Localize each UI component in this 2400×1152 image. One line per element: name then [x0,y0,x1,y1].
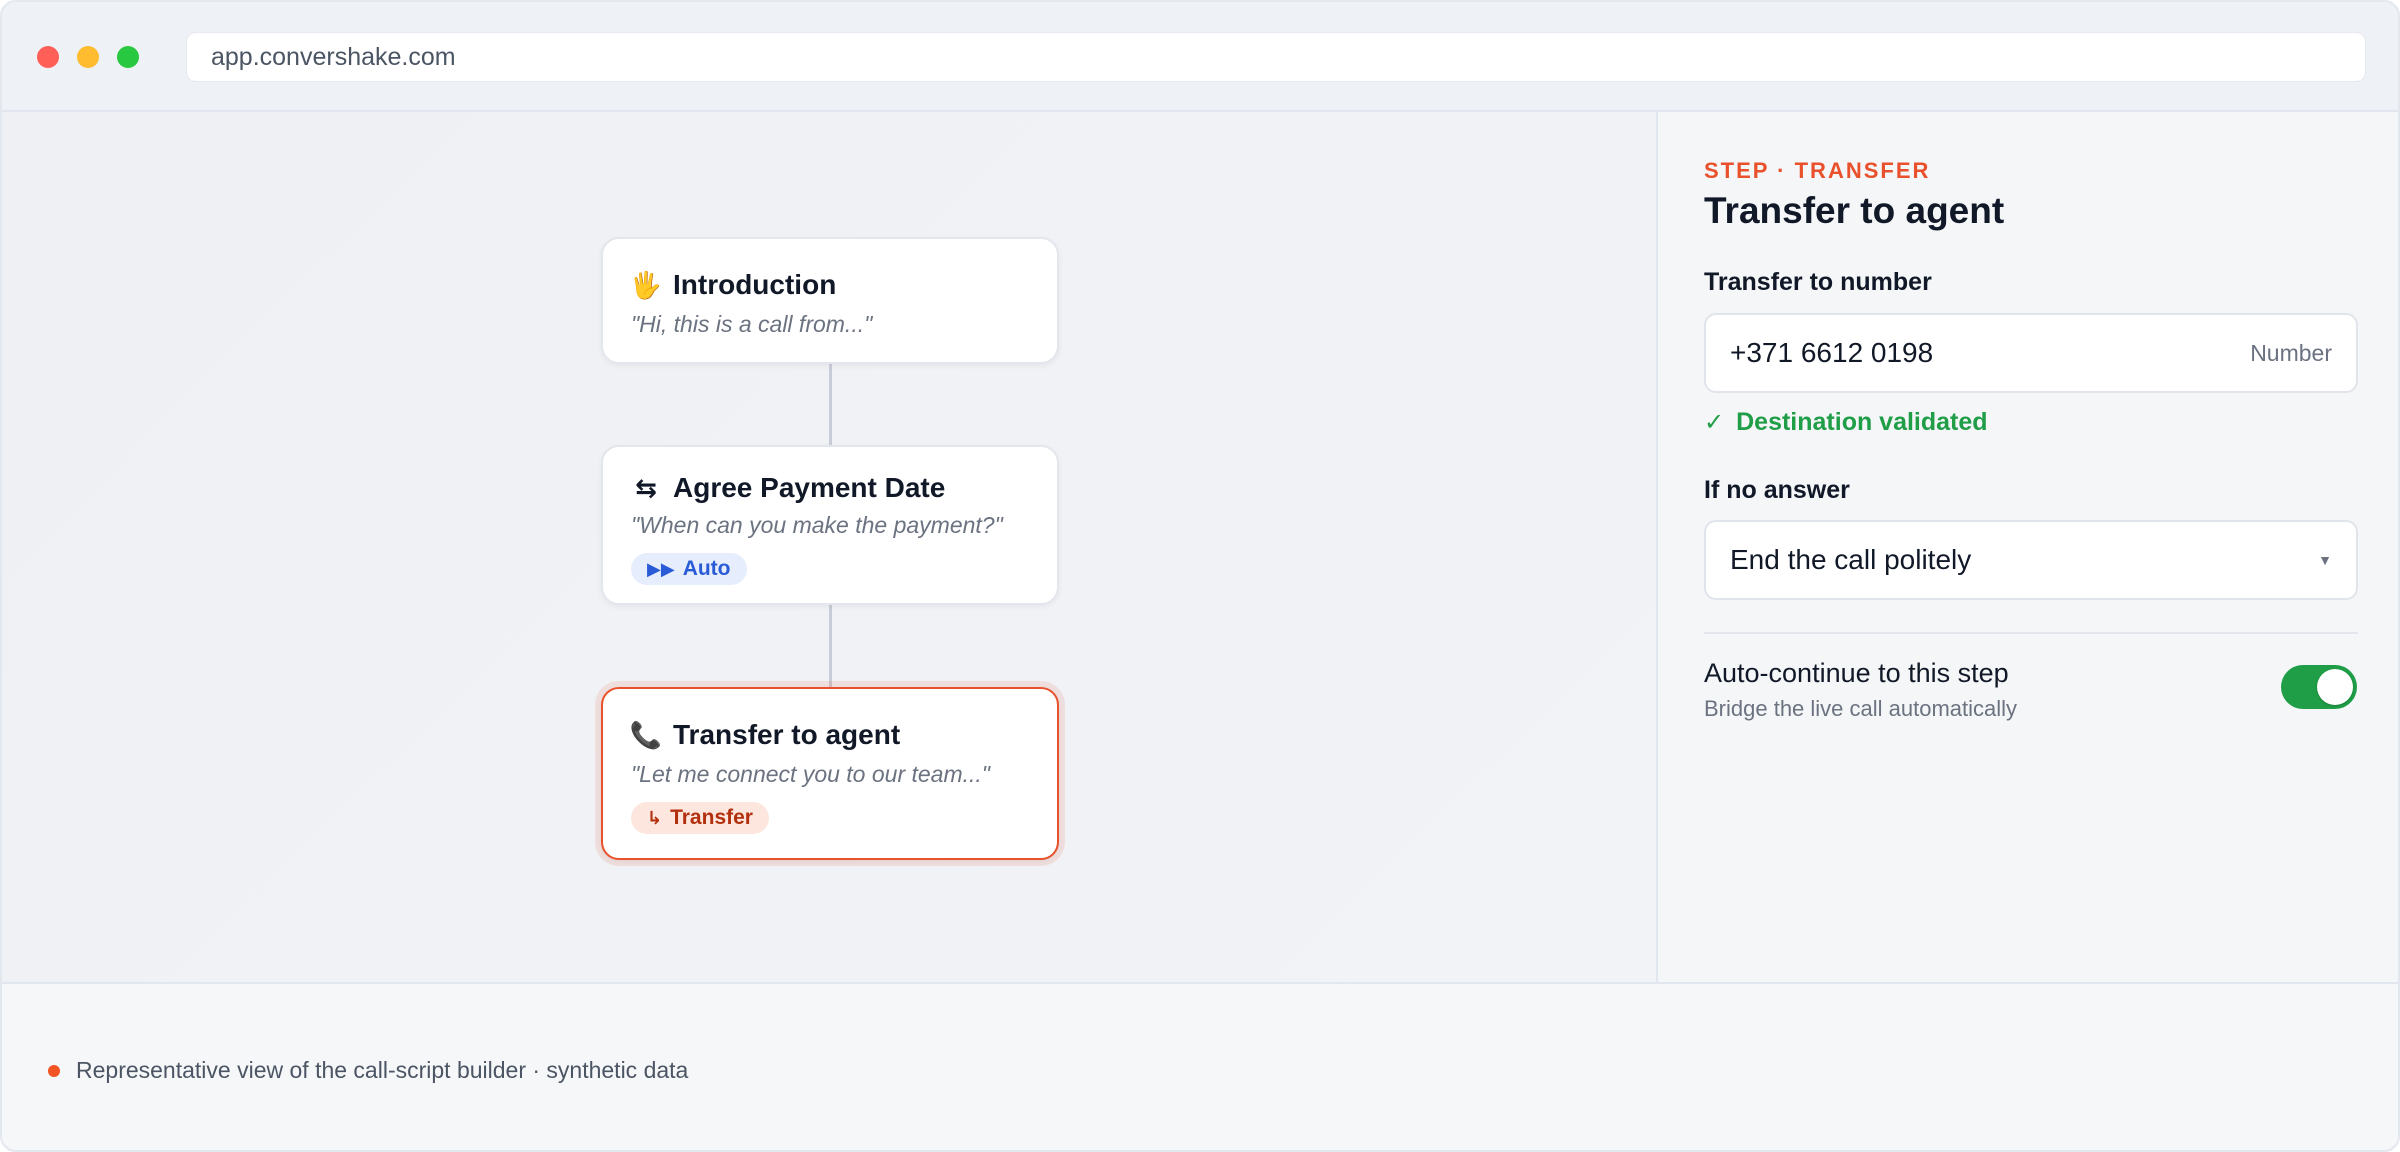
validation-message: ✓ Destination validated [1704,408,1988,437]
minimize-window-button[interactable] [77,46,99,68]
flow-canvas[interactable]: 🖐 Introduction "Hi, this is a call from.… [2,112,1656,982]
node-quote: "Hi, this is a call from..." [631,311,873,337]
phone-number-value: +371 6612 0198 [1730,337,1934,368]
fast-forward-icon: ▶▶ [647,558,675,579]
flow-node-agree-payment-date[interactable]: ⇆ Agree Payment Date "When can you make … [601,445,1059,605]
auto-continue-subtitle: Bridge the live call automatically [1704,696,2018,721]
footer-note: Representative view of the call-script b… [76,1057,689,1083]
connector-line [829,362,832,445]
no-answer-select[interactable]: End the call politely ▼ [1704,520,2358,600]
flow-node-introduction[interactable]: 🖐 Introduction "Hi, this is a call from.… [601,237,1059,364]
address-bar[interactable]: app.convershake.com [186,32,2366,82]
check-icon: ✓ [1704,409,1725,436]
transfer-number-input[interactable]: +371 6612 0198 Number [1704,313,2358,393]
badge-label: Auto [682,557,731,580]
auto-continue-toggle[interactable] [2281,665,2357,709]
maximize-window-button[interactable] [117,46,139,68]
waving-hand-icon: 🖐 [629,269,663,300]
title-bar: app.convershake.com [2,2,2398,112]
input-type-label: Number [2250,339,2332,366]
corner-arrow-icon: ↳ [647,807,663,828]
node-quote: "When can you make the payment?" [631,512,1003,538]
transfer-badge: ↳ Transfer [631,802,769,834]
chevron-down-icon: ▼ [2318,552,2332,568]
selected-option: End the call politely [1730,544,1972,575]
footer: Representative view of the call-script b… [2,982,2398,1150]
url-text: app.convershake.com [211,42,456,71]
status-dot-icon [48,1065,60,1077]
auto-badge: ▶▶ Auto [631,553,747,585]
divider [1704,632,2358,634]
node-quote: "Let me connect you to our team..." [631,761,990,787]
transfer-number-label: Transfer to number [1704,268,1932,296]
node-title: Introduction [673,269,837,300]
flow-node-transfer-to-agent[interactable]: 📞 Transfer to agent "Let me connect you … [601,687,1059,860]
no-answer-label: If no answer [1704,476,1850,504]
validation-text: Destination validated [1736,408,1988,436]
node-title: Agree Payment Date [673,472,946,503]
swap-arrows-icon: ⇆ [635,472,657,503]
connector-line [829,605,832,697]
panel-title: Transfer to agent [1704,190,2005,231]
step-settings-panel: STEP · TRANSFER Transfer to agent Transf… [1656,112,2398,982]
close-window-button[interactable] [37,46,59,68]
node-title: Transfer to agent [673,719,901,750]
auto-continue-title: Auto-continue to this step [1704,658,2009,688]
toggle-knob [2317,669,2353,705]
browser-window: app.convershake.com 🖐 Introduction "Hi, … [0,0,2400,1152]
step-type-label: STEP · TRANSFER [1704,158,1931,183]
badge-label: Transfer [670,806,753,829]
phone-icon: 📞 [629,719,663,750]
